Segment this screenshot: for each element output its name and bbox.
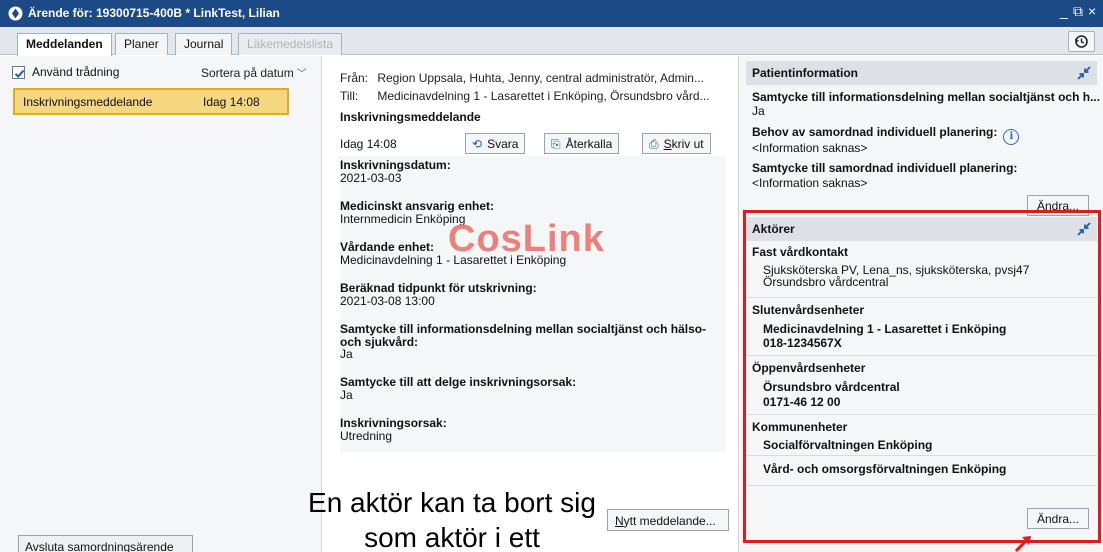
patient-info-header[interactable]: Patientinformation: [746, 61, 1097, 85]
tab-journal[interactable]: Journal: [175, 33, 233, 55]
patient-info-title: Patientinformation: [752, 66, 859, 80]
actors-header[interactable]: Aktörer: [746, 217, 1097, 241]
consent-info-sharing-label: Samtycke till informationsdelning mellan…: [752, 90, 1101, 104]
need-plan-value: <Information saknas>: [752, 141, 868, 155]
recall-button[interactable]: ⎘ Återkalla: [544, 133, 620, 154]
end-case-mnemonic: A: [25, 540, 33, 552]
use-threading-label: Använd trådning: [32, 65, 120, 79]
message-list-item[interactable]: Inskrivningsmeddelande Idag 14:08: [13, 88, 289, 115]
field-label: Vårdande enhet:: [340, 240, 435, 254]
actor-line: Örsundsbro vårdcentral: [763, 380, 900, 394]
tab-planer[interactable]: Planer: [115, 33, 168, 55]
to-label: Till:: [340, 89, 359, 103]
field-label: Beräknad tidpunkt för utskrivning:: [340, 281, 537, 295]
use-threading-checkbox[interactable]: [12, 66, 25, 79]
from-label: Från:: [340, 71, 369, 85]
actor-line: 018-1234567X: [763, 336, 842, 350]
annotation-line: som aktör i ett: [364, 522, 540, 552]
app-logo-icon: [8, 6, 23, 21]
field-value: 2021-03-08 13:00: [340, 294, 435, 308]
consent-info-sharing-value: Ja: [752, 104, 765, 118]
to-value: Medicinavdelning 1 - Lasarettet i Enköpi…: [377, 89, 710, 103]
title-bar: Ärende för: 19300715-400B * LinkTest, Li…: [0, 0, 1103, 27]
info-icon[interactable]: i: [1003, 129, 1020, 145]
actor-group-title: Slutenvårdsenheter: [752, 303, 865, 317]
collapse-arrows-icon[interactable]: [1076, 221, 1092, 237]
field-value: Utredning: [340, 429, 393, 443]
actor-line: Medicinavdelning 1 - Lasarettet i Enköpi…: [763, 322, 1007, 336]
message-date: Idag 14:08: [340, 137, 397, 151]
message-subject-heading: Inskrivningsmeddelande: [340, 110, 481, 124]
actor-group-title: Öppenvårdsenheter: [752, 361, 866, 375]
message-body: Inskrivningsdatum: 2021-03-03 Medicinskt…: [340, 156, 726, 452]
message-action-bar: Idag 14:08 ⟲ Svara ⎘ Återkalla ⎙ Skriv ut: [339, 130, 724, 158]
actor-group: Slutenvårdsenheter Medicinavdelning 1 - …: [746, 298, 1097, 356]
consent-plan-label: Samtycke till samordnad individuell plan…: [752, 161, 1018, 175]
close-button[interactable]: ×: [1088, 3, 1096, 19]
collapse-arrows-icon[interactable]: [1076, 65, 1092, 81]
actor-line: Örsundsbro vårdcentral: [763, 275, 889, 289]
maximize-button[interactable]: ⧉: [1073, 3, 1083, 20]
tab-meddelanden[interactable]: Meddelanden: [17, 33, 112, 56]
message-time: Idag 14:08: [203, 95, 260, 109]
sort-dropdown[interactable]: Sortera på datum ﹀: [201, 65, 307, 80]
field-value: Internmedicin Enköping: [340, 212, 466, 226]
annotation-text: En aktör kan ta bort sig som aktör i ett: [252, 486, 652, 552]
message-list-panel: Använd trådning Sortera på datum ﹀ Inskri…: [0, 56, 322, 552]
edit-patient-info-button[interactable]: Ändra...: [1027, 195, 1089, 216]
edit-actors-button[interactable]: Ändra...: [1027, 508, 1089, 529]
chevron-down-icon: ﹀: [296, 69, 307, 80]
end-case-label: vsluta samordningsärende: [32, 540, 174, 552]
print-label: kriv ut: [671, 137, 704, 151]
tab-lakemedelslista: Läkemedelslista: [238, 33, 343, 55]
from-line: Från: Region Uppsala, Huhta, Jenny, cent…: [340, 71, 704, 85]
actor-line: Socialförvaltningen Enköping: [763, 438, 933, 452]
reply-label: Svara: [487, 137, 519, 151]
reply-arrow-icon: ⟲: [472, 137, 483, 151]
consent-plan-value: <Information saknas>: [752, 176, 868, 190]
annotation-line: En aktör kan ta bort sig: [308, 487, 596, 518]
minimize-button[interactable]: _: [1060, 3, 1068, 19]
field-label: Samtycke till informationsdelning mellan…: [340, 322, 707, 336]
actor-group: Kommunenheter Socialförvaltningen Enköpi…: [746, 415, 1097, 456]
to-line: Till: Medicinavdelning 1 - Lasarettet i …: [340, 89, 710, 103]
window-title: Ärende för: 19300715-400B * LinkTest, Li…: [28, 6, 280, 20]
field-label: Medicinskt ansvarig enhet:: [340, 199, 495, 213]
actor-line: Vård- och omsorgsförvaltningen Enköping: [763, 462, 1007, 476]
actor-group: Öppenvårdsenheter Örsundsbro vårdcentral…: [746, 356, 1097, 415]
from-value: Region Uppsala, Huhta, Jenny, central ad…: [377, 71, 704, 85]
field-label: Inskrivningsorsak:: [340, 416, 447, 430]
sort-label: Sortera på datum: [201, 66, 294, 80]
history-clock-icon: [1074, 35, 1088, 48]
end-coordination-case-button[interactable]: Avsluta samordningsärende: [18, 535, 193, 552]
field-label: Inskrivningsdatum:: [340, 158, 451, 172]
actor-line: 0171-46 12 00: [763, 395, 841, 409]
field-label: Samtycke till att delge inskrivningsorsa…: [340, 375, 577, 389]
print-mnemonic: S: [663, 137, 672, 151]
printer-icon: ⎙: [649, 137, 659, 151]
message-subject: Inskrivningsmeddelande: [23, 95, 153, 109]
actor-group-title: Fast vårdkontakt: [752, 245, 849, 259]
recall-icon: ⎘: [551, 137, 561, 151]
checkmark-icon: [14, 69, 25, 78]
message-view-panel: Från: Region Uppsala, Huhta, Jenny, cent…: [323, 56, 738, 552]
history-button[interactable]: [1068, 31, 1095, 52]
actor-group: Fast vårdkontakt Sjuksköterska PV, Lena_…: [746, 242, 1097, 298]
actors-title: Aktörer: [752, 222, 795, 236]
recall-label: Återkalla: [565, 137, 613, 151]
field-value: 2021-03-03: [340, 171, 402, 185]
field-value: Ja: [340, 347, 353, 361]
reply-button[interactable]: ⟲ Svara: [465, 133, 526, 154]
need-plan-label: Behov av samordnad individuell planering…: [752, 125, 998, 139]
red-arrow-icon: [1014, 536, 1031, 552]
print-button[interactable]: ⎙ Skriv ut: [642, 133, 711, 154]
actor-group-title: Kommunenheter: [752, 420, 848, 434]
field-value: Ja: [340, 388, 353, 402]
coslink-watermark: CosLink: [448, 218, 605, 260]
case-info-panel: Patientinformation Samtycke till informa…: [738, 56, 1103, 552]
actor-group: Vård- och omsorgsförvaltningen Enköping: [746, 456, 1097, 486]
